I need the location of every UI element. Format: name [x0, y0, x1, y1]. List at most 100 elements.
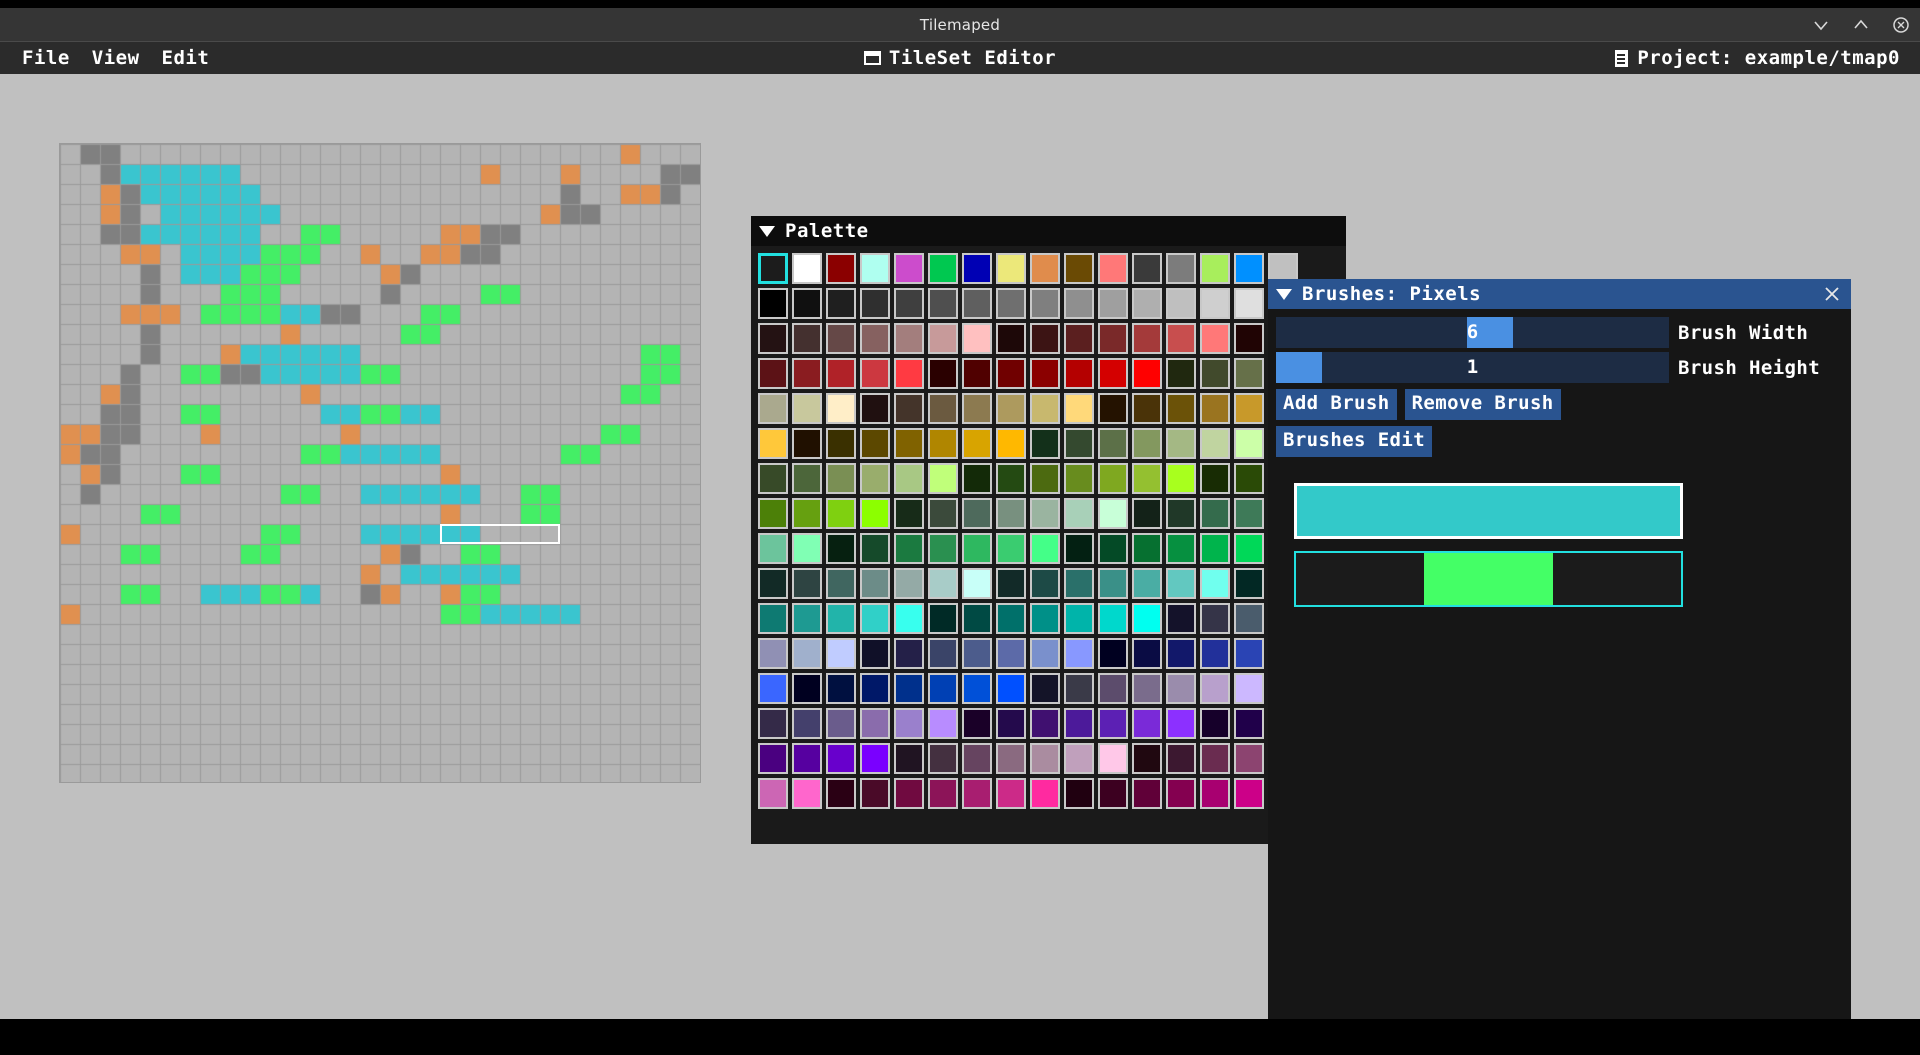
palette-swatch[interactable]: [1098, 673, 1128, 704]
palette-swatch[interactable]: [860, 498, 890, 529]
palette-swatch[interactable]: [1200, 288, 1230, 319]
palette-swatch[interactable]: [1132, 463, 1162, 494]
brushes-panel-header[interactable]: Brushes: Pixels: [1268, 279, 1851, 309]
palette-swatch[interactable]: [1132, 743, 1162, 774]
brush-height-slider[interactable]: 1: [1276, 352, 1669, 383]
palette-swatch[interactable]: [996, 253, 1026, 284]
palette-swatch[interactable]: [1030, 533, 1060, 564]
palette-swatch[interactable]: [792, 568, 822, 599]
palette-swatch[interactable]: [1166, 568, 1196, 599]
palette-swatch[interactable]: [860, 358, 890, 389]
palette-swatch[interactable]: [1030, 498, 1060, 529]
palette-swatch[interactable]: [894, 428, 924, 459]
palette-swatch[interactable]: [1200, 253, 1230, 284]
palette-swatch[interactable]: [1030, 778, 1060, 809]
palette-swatch[interactable]: [996, 463, 1026, 494]
palette-swatch[interactable]: [792, 743, 822, 774]
palette-swatch[interactable]: [928, 778, 958, 809]
palette-swatch[interactable]: [860, 708, 890, 739]
palette-swatch[interactable]: [1234, 743, 1264, 774]
palette-swatch[interactable]: [1166, 463, 1196, 494]
palette-swatch[interactable]: [928, 708, 958, 739]
palette-swatch[interactable]: [1064, 288, 1094, 319]
palette-swatch[interactable]: [860, 428, 890, 459]
palette-swatch[interactable]: [1234, 673, 1264, 704]
palette-swatch[interactable]: [928, 638, 958, 669]
close-icon[interactable]: [1821, 283, 1843, 305]
palette-swatch[interactable]: [826, 323, 856, 354]
palette-swatch[interactable]: [826, 568, 856, 599]
palette-swatch[interactable]: [792, 253, 822, 284]
palette-swatch[interactable]: [996, 743, 1026, 774]
palette-swatch[interactable]: [826, 498, 856, 529]
palette-swatch[interactable]: [1200, 673, 1230, 704]
palette-swatch[interactable]: [826, 708, 856, 739]
palette-swatch[interactable]: [1098, 533, 1128, 564]
palette-swatch[interactable]: [962, 358, 992, 389]
palette-swatch[interactable]: [894, 498, 924, 529]
palette-swatch[interactable]: [758, 568, 788, 599]
palette-swatch[interactable]: [860, 568, 890, 599]
palette-swatch[interactable]: [928, 428, 958, 459]
palette-swatch[interactable]: [894, 288, 924, 319]
palette-swatch[interactable]: [792, 498, 822, 529]
palette-swatch[interactable]: [962, 673, 992, 704]
palette-swatch[interactable]: [1132, 568, 1162, 599]
palette-swatch[interactable]: [826, 288, 856, 319]
palette-swatch[interactable]: [1064, 673, 1094, 704]
palette-swatch[interactable]: [1132, 498, 1162, 529]
palette-swatch[interactable]: [1098, 498, 1128, 529]
palette-swatch[interactable]: [1098, 393, 1128, 424]
palette-swatch[interactable]: [792, 323, 822, 354]
palette-swatch[interactable]: [826, 673, 856, 704]
palette-swatch[interactable]: [1200, 778, 1230, 809]
palette-swatch[interactable]: [1234, 253, 1264, 284]
palette-swatch[interactable]: [962, 568, 992, 599]
chevron-up-icon[interactable]: [1852, 16, 1870, 34]
palette-swatch[interactable]: [962, 323, 992, 354]
palette-swatch[interactable]: [1098, 603, 1128, 634]
palette-swatch[interactable]: [962, 638, 992, 669]
palette-swatch[interactable]: [1030, 323, 1060, 354]
palette-swatch[interactable]: [928, 673, 958, 704]
palette-swatch[interactable]: [996, 708, 1026, 739]
palette-swatch[interactable]: [1098, 743, 1128, 774]
palette-swatch[interactable]: [860, 603, 890, 634]
palette-swatch[interactable]: [1234, 288, 1264, 319]
palette-swatch[interactable]: [928, 393, 958, 424]
palette-swatch[interactable]: [1098, 568, 1128, 599]
palette-swatch[interactable]: [1166, 708, 1196, 739]
palette-swatch[interactable]: [962, 393, 992, 424]
palette-swatch[interactable]: [1200, 498, 1230, 529]
palette-swatch[interactable]: [1030, 358, 1060, 389]
palette-swatch[interactable]: [1166, 393, 1196, 424]
palette-swatch[interactable]: [996, 568, 1026, 599]
palette-swatch[interactable]: [860, 393, 890, 424]
palette-swatch[interactable]: [792, 428, 822, 459]
palette-swatch[interactable]: [826, 743, 856, 774]
palette-swatch[interactable]: [1098, 708, 1128, 739]
palette-swatch[interactable]: [1234, 638, 1264, 669]
palette-swatch[interactable]: [1132, 533, 1162, 564]
palette-swatch[interactable]: [1064, 638, 1094, 669]
palette-swatch[interactable]: [962, 743, 992, 774]
palette-swatch[interactable]: [1030, 638, 1060, 669]
palette-swatch[interactable]: [996, 288, 1026, 319]
palette-swatch[interactable]: [792, 288, 822, 319]
menu-item-edit[interactable]: Edit: [162, 47, 210, 69]
palette-swatch[interactable]: [826, 393, 856, 424]
palette-swatch[interactable]: [860, 463, 890, 494]
palette-swatch[interactable]: [860, 288, 890, 319]
palette-swatch[interactable]: [1064, 778, 1094, 809]
palette-swatch[interactable]: [928, 323, 958, 354]
chevron-down-icon[interactable]: [1812, 16, 1830, 34]
brush-preview-primary[interactable]: [1294, 482, 1683, 539]
palette-swatch[interactable]: [1200, 743, 1230, 774]
palette-swatch[interactable]: [1132, 673, 1162, 704]
palette-swatch[interactable]: [1166, 533, 1196, 564]
palette-swatch[interactable]: [1166, 498, 1196, 529]
palette-swatch[interactable]: [758, 708, 788, 739]
palette-swatch[interactable]: [1098, 253, 1128, 284]
palette-swatch[interactable]: [1064, 568, 1094, 599]
palette-swatch[interactable]: [962, 463, 992, 494]
